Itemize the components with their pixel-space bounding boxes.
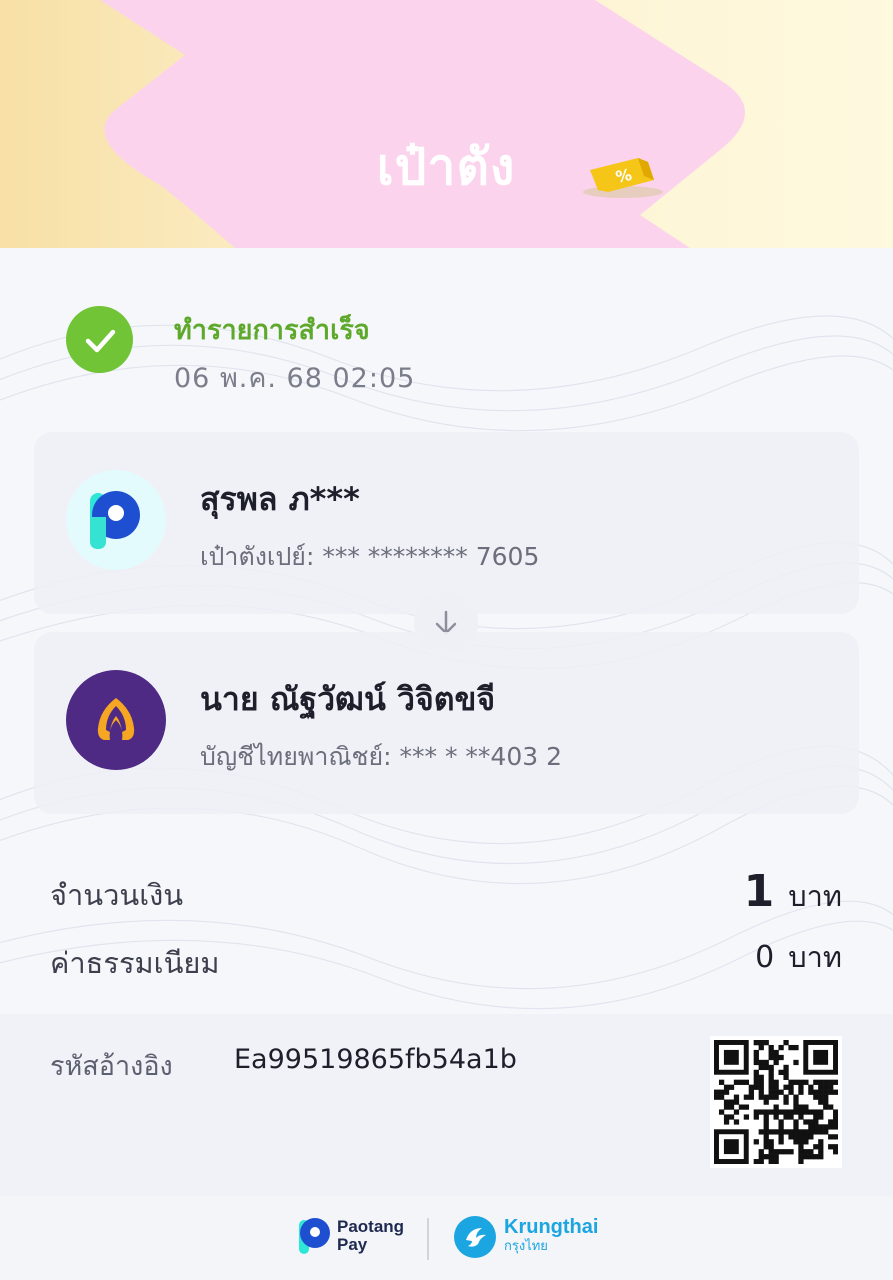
krungthai-bird-icon xyxy=(466,1228,486,1247)
footer-brands: Paotang Pay Krungthai กรุงไทย xyxy=(0,1196,893,1280)
footer-divider xyxy=(427,1218,429,1260)
transaction-status: ทำรายการสำเร็จ 06 พ.ค. 68 02:05 xyxy=(66,306,766,394)
krungthai-th: กรุงไทย xyxy=(504,1239,548,1254)
paotang-pay-brand: Paotang Pay xyxy=(297,1216,404,1256)
status-title: ทำรายการสำเร็จ xyxy=(174,315,370,346)
banner-pink-shape xyxy=(100,0,745,248)
krungthai-icon xyxy=(454,1216,496,1258)
paotang-p-icon xyxy=(90,491,140,549)
amount-unit: บาท xyxy=(788,879,842,913)
fee-label: ค่าธรรมเนียม xyxy=(50,946,220,980)
paotang-pay-icon xyxy=(299,1218,330,1254)
receipt-panel: ทำรายการสำเร็จ 06 พ.ค. 68 02:05 สุรพล ภ*… xyxy=(0,248,893,1196)
scb-logo xyxy=(66,670,166,770)
sender-card: สุรพล ภ*** เป๋าตังเปย์: *** ******** 760… xyxy=(34,432,859,614)
scb-shell-icon xyxy=(97,698,135,740)
krungthai-brand: Krungthai กรุงไทย xyxy=(454,1216,598,1258)
amount-value-group: 1 บาท xyxy=(744,866,842,919)
amount-value: 1 xyxy=(743,866,775,917)
fee-value-group: 0 บาท xyxy=(755,934,842,980)
receiver-name: นาย ณัฐวัฒน์ วิจิตขจี xyxy=(200,680,496,718)
success-badge xyxy=(66,306,133,373)
transaction-datetime: 06 พ.ค. 68 02:05 xyxy=(174,363,416,394)
fee-unit: บาท xyxy=(788,940,842,974)
krungthai-en: Krungthai xyxy=(504,1216,599,1238)
check-icon xyxy=(85,329,115,352)
paotang-logo xyxy=(66,470,166,570)
amount-row: จำนวนเงิน 1 บาท xyxy=(50,866,842,919)
reference-code: Ea99519865fb54a1b xyxy=(234,1044,517,1075)
header-banner: เป๋าตัง % xyxy=(0,0,893,248)
reference-label: รหัสอ้างอิง xyxy=(50,1051,173,1082)
fee-row: ค่าธรรมเนียม 0 บาท xyxy=(50,934,842,984)
sender-name: สุรพล ภ*** xyxy=(200,480,360,518)
krungthai-wordmark: Krungthai กรุงไทย xyxy=(504,1217,598,1257)
reference-section: รหัสอ้างอิง Ea99519865fb54a1b xyxy=(0,1014,893,1196)
receiver-card: นาย ณัฐวัฒน์ วิจิตขจี บัญชีไทยพาณิชย์: *… xyxy=(34,632,859,814)
paotang-pay-wordmark: Paotang Pay xyxy=(337,1218,404,1254)
qr-code-icon xyxy=(714,1040,839,1165)
banner-title: เป๋าตัง xyxy=(376,138,516,196)
paotang-word: Paotang xyxy=(337,1217,405,1236)
qr-code[interactable] xyxy=(710,1036,842,1168)
pay-word: Pay xyxy=(337,1235,368,1254)
amount-label: จำนวนเงิน xyxy=(50,878,184,912)
receiver-account: บัญชีไทยพาณิชย์: *** * **403 2 xyxy=(200,742,562,771)
fee-value: 0 xyxy=(755,940,775,975)
coupon-percent-icon: % xyxy=(583,158,663,198)
sender-account: เป๋าตังเปย์: *** ******** 7605 xyxy=(200,542,540,571)
